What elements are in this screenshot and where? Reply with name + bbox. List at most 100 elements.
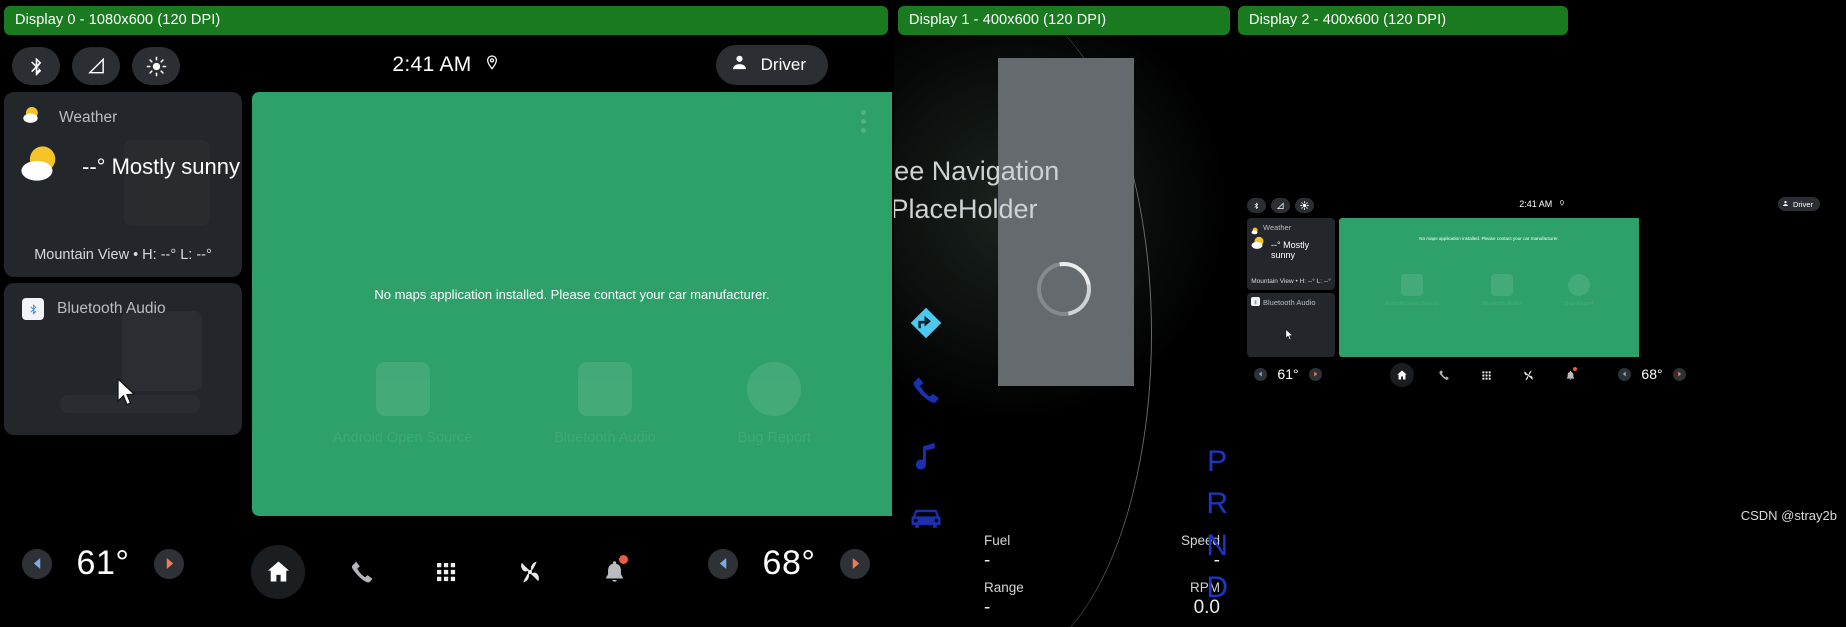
mini-clock-text: 2:41 AM bbox=[1519, 199, 1553, 209]
gear-selector: P R N D bbox=[1206, 441, 1228, 609]
nav-climate-fan-button[interactable] bbox=[503, 545, 557, 599]
mini-weather-card[interactable]: Weather --° Mostly sunny Mountain View •… bbox=[1247, 218, 1335, 290]
weather-card[interactable]: Weather --° Mostly sunny Mountain View •… bbox=[4, 92, 242, 277]
mini-temp-increase-left[interactable] bbox=[1309, 367, 1322, 381]
nav-app-grid-button[interactable] bbox=[419, 545, 473, 599]
mini-nav-home-button[interactable] bbox=[1390, 363, 1414, 387]
screen-root: Display 0 - 1080x600 (120 DPI) Display 1… bbox=[0, 0, 1846, 627]
bluetooth-audio-card[interactable]: Bluetooth Audio bbox=[4, 283, 242, 435]
display-0: 2:41 AM Driver Weather --° Mostly sunny … bbox=[0, 34, 892, 627]
clock-text: 2:41 AM bbox=[392, 53, 472, 76]
mini-nav-climate-fan-button[interactable] bbox=[1516, 363, 1540, 387]
gear-option-p: P bbox=[1207, 445, 1228, 478]
signal-icon[interactable] bbox=[72, 47, 120, 85]
partly-cloudy-icon bbox=[22, 105, 46, 130]
mouse-pointer bbox=[1285, 329, 1294, 341]
mini-user-profile-chip[interactable]: Driver bbox=[1778, 197, 1820, 211]
window-title-display-0[interactable]: Display 0 - 1080x600 (120 DPI) bbox=[4, 6, 888, 35]
gauge-label: RPM bbox=[1190, 580, 1220, 595]
mini-temperature-value-right: 68° bbox=[1641, 366, 1663, 382]
cluster-app-rail bbox=[908, 305, 944, 537]
navigation-placeholder-text: Free Navigation PlaceHolder bbox=[894, 152, 1126, 228]
ghost-app-item: Android Open Source bbox=[333, 362, 472, 446]
temperature-value-right: 68° bbox=[762, 544, 816, 582]
gauge-value: - bbox=[1213, 550, 1220, 571]
app-label: Bluetooth Audio bbox=[1482, 301, 1522, 307]
bluetooth-icon bbox=[22, 298, 44, 320]
gauge-value: - bbox=[984, 550, 991, 571]
gauge-cell-range: Range - bbox=[984, 580, 1104, 621]
ghost-app-item: Bug Report bbox=[738, 362, 811, 446]
app-icon bbox=[375, 362, 430, 416]
mini-temp-decrease-right[interactable] bbox=[1618, 367, 1631, 381]
gauge-grid: Fuel - Speed - Range - RPM 0.0 bbox=[984, 533, 1224, 621]
location-pin-icon bbox=[1559, 199, 1565, 209]
app-label: Bug Report bbox=[1564, 301, 1594, 307]
mini-nav-button-row bbox=[1390, 361, 1582, 389]
mini-bluetooth-title: Bluetooth Audio bbox=[1263, 298, 1316, 307]
phone-icon[interactable] bbox=[910, 374, 942, 411]
window-title-display-2[interactable]: Display 2 - 400x600 (120 DPI) bbox=[1238, 6, 1568, 35]
nav-placeholder-line-1: Free Navigation bbox=[894, 156, 1060, 186]
ghost-app-item: Bluetooth Audio bbox=[554, 362, 656, 446]
gauge-label: Fuel bbox=[984, 533, 1011, 548]
weather-card-title: Weather bbox=[59, 108, 118, 126]
mini-navigation-bar: 61° 68° bbox=[1242, 361, 1842, 389]
mini-maps-surface[interactable]: No maps application installed. Please co… bbox=[1339, 218, 1639, 357]
app-icon bbox=[578, 362, 633, 416]
nav-notifications-button[interactable] bbox=[587, 545, 641, 599]
location-pin-icon bbox=[484, 52, 500, 78]
music-note-icon[interactable] bbox=[911, 439, 941, 476]
gauge-cell-fuel: Fuel - bbox=[984, 533, 1104, 574]
quick-settings-row bbox=[12, 47, 180, 85]
ghost-app-row: Android Open Source Bluetooth Audio Bug … bbox=[252, 362, 892, 446]
widget-column: Weather --° Mostly sunny Mountain View •… bbox=[4, 92, 242, 435]
partly-cloudy-large-icon bbox=[20, 144, 68, 189]
mini-temp-decrease-left[interactable] bbox=[1254, 367, 1267, 381]
kebab-menu-icon[interactable] bbox=[861, 110, 866, 137]
weather-card-header: Weather bbox=[4, 92, 242, 130]
mini-temp-increase-right[interactable] bbox=[1673, 367, 1686, 381]
app-label: Bug Report bbox=[737, 430, 812, 446]
nav-home-button[interactable] bbox=[251, 544, 305, 599]
window-title-text: Display 1 - 400x600 (120 DPI) bbox=[909, 12, 1107, 29]
mini-ghost-app-item: Bluetooth Audio bbox=[1482, 274, 1521, 307]
mini-bluetooth-card[interactable]: Bluetooth Audio bbox=[1247, 293, 1335, 357]
mini-nav-dialer-button[interactable] bbox=[1432, 363, 1456, 387]
brightness-icon[interactable] bbox=[132, 47, 180, 85]
window-title-text: Display 2 - 400x600 (120 DPI) bbox=[1249, 12, 1447, 29]
mini-nav-notifications-button[interactable] bbox=[1558, 363, 1582, 387]
nav-dialer-button[interactable] bbox=[335, 545, 389, 599]
gear-option-n: N bbox=[1206, 529, 1228, 562]
temperature-control-right: 68° bbox=[708, 544, 870, 583]
bluetooth-icon[interactable] bbox=[12, 47, 60, 85]
window-title-display-1[interactable]: Display 1 - 400x600 (120 DPI) bbox=[898, 6, 1230, 35]
gear-option-r: R bbox=[1206, 487, 1228, 520]
maps-empty-message: No maps application installed. Please co… bbox=[374, 287, 770, 302]
app-label: Bluetooth Audio bbox=[554, 430, 656, 446]
gear-option-d: D bbox=[1206, 571, 1228, 604]
mini-temperature-control-right: 68° bbox=[1618, 366, 1686, 382]
status-bar: 2:41 AM Driver bbox=[0, 34, 892, 96]
app-icon bbox=[1400, 274, 1423, 296]
ghost-shape bbox=[124, 140, 210, 226]
navigation-icon[interactable] bbox=[908, 305, 944, 346]
ghost-shape bbox=[122, 311, 202, 391]
gauge-label: Range bbox=[984, 580, 1024, 595]
mini-maps-empty-message: No maps application installed. Please co… bbox=[1419, 236, 1559, 241]
temp-decrease-button-right[interactable] bbox=[708, 548, 738, 579]
gauge-value: 0.0 bbox=[1193, 597, 1220, 618]
user-profile-chip[interactable]: Driver bbox=[715, 45, 828, 85]
mini-weather-title: Weather bbox=[1263, 223, 1292, 232]
weather-location-hilo: Mountain View • H: --° L: --° bbox=[34, 247, 212, 263]
car-icon[interactable] bbox=[909, 504, 943, 537]
display-1-cluster: Free Navigation PlaceHolder Fuel - bbox=[894, 34, 1234, 627]
maps-surface[interactable]: No maps application installed. Please co… bbox=[252, 92, 892, 516]
gauge-label: Speed bbox=[1180, 533, 1220, 548]
user-profile-label: Driver bbox=[760, 55, 806, 74]
mini-nav-app-grid-button[interactable] bbox=[1474, 363, 1498, 387]
temp-increase-button-right[interactable] bbox=[840, 548, 870, 579]
person-icon bbox=[730, 53, 749, 77]
window-title-text: Display 0 - 1080x600 (120 DPI) bbox=[15, 12, 221, 29]
mini-weather-footer: Mountain View • H: --° L: --° bbox=[1251, 278, 1331, 285]
